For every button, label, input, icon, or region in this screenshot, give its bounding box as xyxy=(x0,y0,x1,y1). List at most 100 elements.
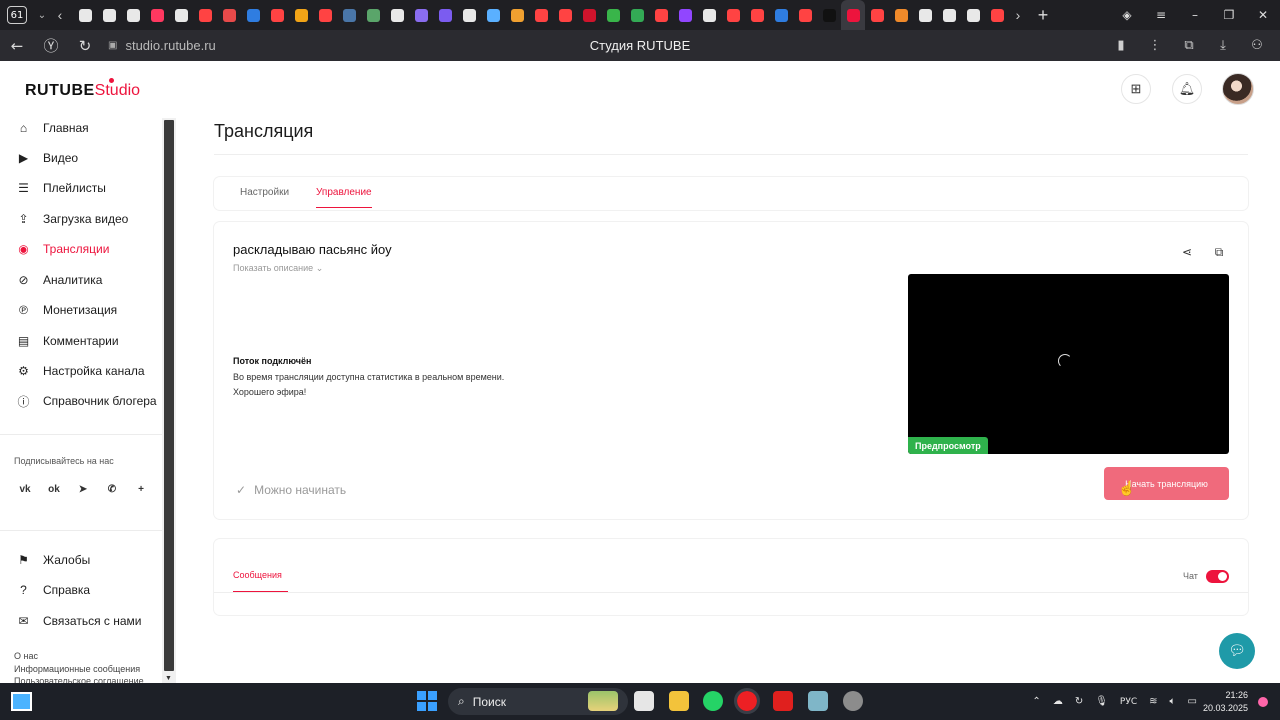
url-field[interactable]: studio.rutube.ru xyxy=(125,38,215,53)
close-icon[interactable]: ✕ xyxy=(1246,8,1280,22)
yandex-icon[interactable] xyxy=(773,691,793,711)
browser-tab[interactable] xyxy=(217,0,241,30)
browser-tab[interactable] xyxy=(961,0,985,30)
scroll-down-icon[interactable]: ▼ xyxy=(165,675,172,682)
browser-tab[interactable] xyxy=(841,0,865,30)
stream-preview[interactable]: Предпросмотр xyxy=(908,274,1229,454)
add-video-button[interactable]: ⊞ xyxy=(1121,74,1151,104)
tabs-scroll-right-icon[interactable]: › xyxy=(1009,7,1027,23)
browser-tab[interactable] xyxy=(937,0,961,30)
more-icon[interactable]: ⋮ xyxy=(1138,38,1172,53)
yandex-browser-icon[interactable] xyxy=(734,688,760,714)
tab-messages[interactable]: Сообщения xyxy=(233,570,288,592)
reload-icon[interactable]: ↻ xyxy=(68,37,102,55)
file-explorer-icon[interactable] xyxy=(669,691,689,711)
task-view-icon[interactable] xyxy=(634,691,654,711)
chat-toggle[interactable] xyxy=(1206,570,1229,583)
telegram-icon[interactable]: ➤ xyxy=(72,478,94,500)
browser-tab[interactable] xyxy=(337,0,361,30)
footer-link-about[interactable]: О нас xyxy=(14,650,144,663)
tab-settings[interactable]: Настройки xyxy=(240,187,289,198)
browser-tab[interactable] xyxy=(265,0,289,30)
weather-widget-icon[interactable] xyxy=(588,691,618,711)
cloud-icon[interactable]: ☁ xyxy=(1053,696,1063,707)
rutube-studio-logo[interactable]: RUTUBE Studio xyxy=(25,78,140,100)
volume-icon[interactable]: 🔈︎ xyxy=(1170,696,1176,707)
browser-tab[interactable] xyxy=(817,0,841,30)
steam-icon[interactable] xyxy=(843,691,863,711)
microphone-icon[interactable]: 🎙︎ xyxy=(1095,696,1108,707)
browser-tab[interactable] xyxy=(169,0,193,30)
browser-tab[interactable] xyxy=(97,0,121,30)
browser-tab[interactable] xyxy=(409,0,433,30)
browser-tab[interactable] xyxy=(577,0,601,30)
browser-tab[interactable] xyxy=(481,0,505,30)
browser-tab[interactable] xyxy=(145,0,169,30)
yandex-icon[interactable]: Ⓨ xyxy=(34,35,68,56)
sidebar-item-comments[interactable]: ▤ Комментарии xyxy=(16,331,119,351)
browser-tab[interactable] xyxy=(673,0,697,30)
browser-tab[interactable] xyxy=(865,0,889,30)
lock-icon[interactable]: ▣ xyxy=(108,40,117,51)
new-tab-icon[interactable]: + xyxy=(1031,5,1055,26)
browser-tab[interactable] xyxy=(553,0,577,30)
notifications-button[interactable]: 🔔︎ xyxy=(1172,74,1202,104)
tray-chevron-icon[interactable]: ⌃ xyxy=(1032,696,1040,707)
tabs-scroll-left-icon[interactable]: ‹ xyxy=(51,7,69,23)
browser-tab[interactable] xyxy=(793,0,817,30)
browser-tab[interactable] xyxy=(289,0,313,30)
browser-tab[interactable] xyxy=(529,0,553,30)
notifications-icon[interactable] xyxy=(1258,696,1268,707)
sync-icon[interactable]: ↻ xyxy=(1075,696,1083,707)
tab-management[interactable]: Управление xyxy=(316,187,372,208)
ok-icon[interactable]: ok xyxy=(43,478,65,500)
back-icon[interactable]: ← xyxy=(0,37,34,55)
minimize-icon[interactable]: – xyxy=(1178,8,1212,22)
browser-tab[interactable] xyxy=(721,0,745,30)
scrollbar-thumb[interactable] xyxy=(164,120,174,671)
sidebar-item-analytics[interactable]: ⊘ Аналитика xyxy=(16,270,102,290)
sidebar-scrollbar[interactable]: ▼ xyxy=(162,118,176,683)
sidebar-item-broadcasts[interactable]: ◉ Трансляции xyxy=(16,239,109,259)
sidebar-item-blogger-guide[interactable]: ⓘ Справочник блогера xyxy=(16,391,156,411)
browser-tab[interactable] xyxy=(457,0,481,30)
browser-tab[interactable] xyxy=(313,0,337,30)
tab-counter[interactable]: 61 xyxy=(7,6,27,24)
clock[interactable]: 21:26 20.03.2025 xyxy=(1203,689,1248,715)
browser-tab[interactable] xyxy=(505,0,529,30)
browser-tab[interactable] xyxy=(385,0,409,30)
sidebar-item-channel-settings[interactable]: ⚙ Настройка канала xyxy=(16,361,144,381)
browser-tab[interactable] xyxy=(769,0,793,30)
whatsapp-icon[interactable] xyxy=(703,691,723,711)
app-icon[interactable] xyxy=(808,691,828,711)
sidebar-item-monetization[interactable]: ℗ Монетизация xyxy=(16,300,117,320)
footer-link-info[interactable]: Информационные сообщения xyxy=(14,663,144,676)
browser-tab[interactable] xyxy=(913,0,937,30)
sidebar-item-help[interactable]: ? Справка xyxy=(16,580,90,600)
browser-tab[interactable] xyxy=(193,0,217,30)
browser-tab[interactable] xyxy=(241,0,265,30)
vk-icon[interactable]: vk xyxy=(14,478,36,500)
show-description-toggle[interactable]: Показать описание ⌄ xyxy=(233,263,323,274)
open-external-icon[interactable]: ⧉ xyxy=(1210,243,1228,261)
profile-icon[interactable]: ⚇ xyxy=(1240,38,1274,53)
browser-tab[interactable] xyxy=(985,0,1009,30)
sidebar-item-upload[interactable]: ⇪ Загрузка видео xyxy=(16,209,128,229)
sidebar-item-playlists[interactable]: ☰ Плейлисты xyxy=(16,178,106,198)
maximize-icon[interactable]: ❐ xyxy=(1212,8,1246,22)
support-chat-button[interactable]: 💬︎ xyxy=(1219,633,1255,669)
browser-tab[interactable] xyxy=(433,0,457,30)
browser-tab[interactable] xyxy=(601,0,625,30)
viber-icon[interactable]: ✆ xyxy=(101,478,123,500)
tabs-dropdown-icon[interactable]: ⌄ xyxy=(33,10,51,21)
browser-tab[interactable] xyxy=(697,0,721,30)
sidebar-item-home[interactable]: ⌂ Главная xyxy=(16,118,89,138)
battery-icon[interactable]: ▭ xyxy=(1188,696,1197,707)
language-indicator[interactable]: РУС xyxy=(1120,697,1137,707)
sidebar-item-contact[interactable]: ✉ Связаться с нами xyxy=(16,611,141,631)
widgets-icon[interactable] xyxy=(11,692,32,711)
avatar[interactable] xyxy=(1222,73,1254,105)
bookmark-icon[interactable]: ▮ xyxy=(1104,38,1138,53)
download-icon[interactable]: ⤓ xyxy=(1206,38,1240,53)
menu-icon[interactable]: ≡ xyxy=(1144,8,1178,22)
